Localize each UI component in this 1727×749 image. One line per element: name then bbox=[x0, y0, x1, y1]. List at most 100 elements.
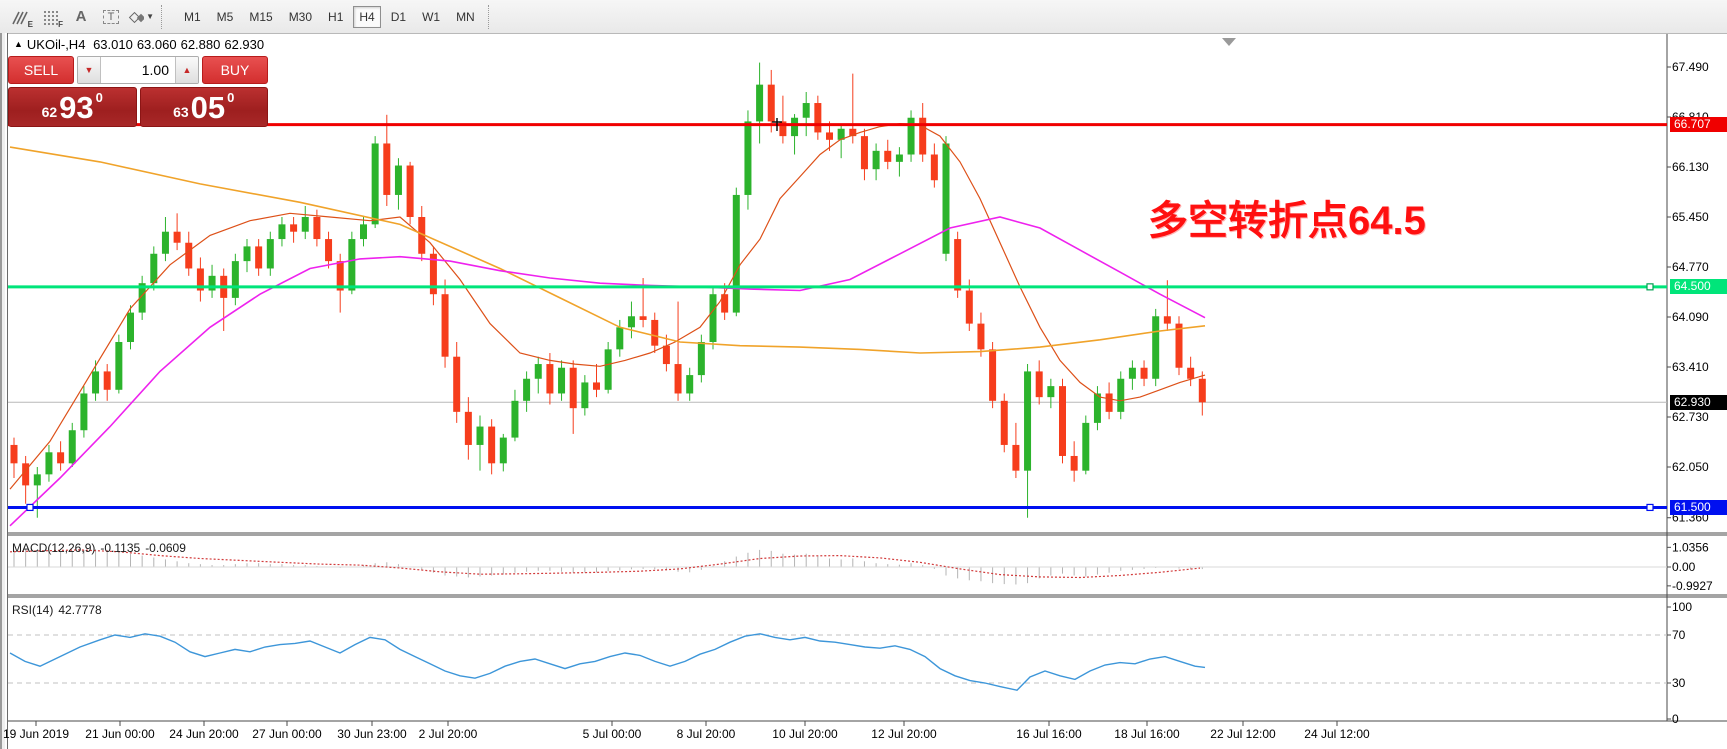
candle-body bbox=[651, 320, 658, 346]
candle-body bbox=[605, 349, 612, 389]
candle-body bbox=[663, 346, 670, 364]
buy-button[interactable]: BUY bbox=[202, 56, 268, 84]
current-price-badge: 62.930 bbox=[1670, 395, 1727, 410]
candle-body bbox=[313, 217, 320, 239]
candle-body bbox=[768, 85, 775, 122]
ohlc-low: 62.880 bbox=[181, 37, 221, 52]
one-click-trade-panel: SELL ▼ ▲ BUY 62930 63050 bbox=[8, 56, 268, 127]
candle-body bbox=[442, 294, 449, 356]
time-tick-label[interactable]: 21 Jun 00:00 bbox=[85, 727, 155, 741]
volume-decrease-button[interactable]: ▼ bbox=[78, 57, 101, 83]
ohlc-high: 63.060 bbox=[137, 37, 177, 52]
candle-body bbox=[675, 364, 682, 393]
macd-tick-label: 0.00 bbox=[1672, 560, 1696, 574]
time-tick-label[interactable]: 16 Jul 16:00 bbox=[1016, 727, 1082, 741]
chart-annotation-text[interactable]: 多空转折点64.5 bbox=[1148, 188, 1426, 246]
candle-body bbox=[1176, 324, 1183, 368]
candle-body bbox=[1164, 316, 1171, 323]
candle-body bbox=[1106, 393, 1113, 411]
time-tick-label[interactable]: 27 Jun 00:00 bbox=[252, 727, 322, 741]
candle-body bbox=[628, 316, 635, 327]
candle-body bbox=[616, 327, 623, 349]
price-tick-label: 67.490 bbox=[1672, 60, 1709, 74]
symbol-title: ▲UKOil-,H4 63.01063.06062.88062.930 bbox=[14, 37, 268, 52]
candle-body bbox=[989, 349, 996, 400]
candle-body bbox=[465, 412, 472, 445]
candle-body bbox=[733, 195, 740, 313]
candle-body bbox=[581, 382, 588, 408]
candle-body bbox=[861, 136, 868, 169]
candle-body bbox=[325, 239, 332, 261]
candle-body bbox=[1141, 368, 1148, 379]
candle-body bbox=[954, 239, 961, 290]
candle-body bbox=[383, 143, 390, 194]
time-tick-label[interactable]: 5 Jul 00:00 bbox=[583, 727, 642, 741]
chart-shift-marker-icon[interactable] bbox=[1222, 38, 1236, 46]
sell-price-display[interactable]: 62930 bbox=[8, 87, 137, 127]
candle-body bbox=[1152, 316, 1159, 378]
time-tick-label[interactable]: 10 Jul 20:00 bbox=[772, 727, 838, 741]
time-tick-label[interactable]: 24 Jun 20:00 bbox=[169, 727, 239, 741]
candle-body bbox=[267, 239, 274, 268]
candle-body bbox=[1187, 368, 1194, 379]
line-handle[interactable] bbox=[1647, 504, 1653, 510]
candle-body bbox=[640, 316, 647, 320]
ohlc-close: 62.930 bbox=[224, 37, 264, 52]
time-tick-label[interactable]: 8 Jul 20:00 bbox=[677, 727, 736, 741]
candle-body bbox=[511, 401, 518, 438]
candle-body bbox=[756, 85, 763, 122]
candle-body bbox=[348, 239, 355, 290]
symbol-arrow-icon: ▲ bbox=[14, 39, 23, 49]
candle-body bbox=[943, 143, 950, 253]
volume-input[interactable] bbox=[101, 57, 175, 83]
candle-body bbox=[931, 155, 938, 181]
time-tick-label[interactable]: 19 Jun 2019 bbox=[3, 727, 69, 741]
time-tick-label[interactable]: 24 Jul 12:00 bbox=[1304, 727, 1370, 741]
rsi-tick-label: 30 bbox=[1672, 676, 1686, 690]
candle-body bbox=[570, 368, 577, 408]
rsi-tick-label: 0 bbox=[1672, 712, 1679, 726]
candle-body bbox=[1047, 386, 1054, 397]
candle-body bbox=[1082, 423, 1089, 471]
candle-body bbox=[1001, 401, 1008, 445]
candle-body bbox=[1129, 368, 1136, 379]
hline-price-badge: 64.500 bbox=[1670, 279, 1727, 294]
candle-body bbox=[45, 452, 52, 474]
candle-body bbox=[593, 382, 600, 389]
line-handle[interactable] bbox=[1647, 284, 1653, 290]
candle-body bbox=[127, 313, 134, 342]
sell-price-sup: 0 bbox=[96, 90, 103, 105]
candle-body bbox=[896, 155, 903, 162]
line-handle[interactable] bbox=[27, 504, 33, 510]
candle-body bbox=[57, 452, 64, 463]
candle-body bbox=[814, 103, 821, 132]
time-tick-label[interactable]: 12 Jul 20:00 bbox=[871, 727, 937, 741]
price-tick-label: 62.730 bbox=[1672, 410, 1709, 424]
candle-body bbox=[232, 261, 239, 298]
candle-body bbox=[69, 430, 76, 463]
time-tick-label[interactable]: 30 Jun 23:00 bbox=[337, 727, 407, 741]
candle-body bbox=[710, 294, 717, 342]
candle-body bbox=[34, 474, 41, 485]
candle-body bbox=[500, 438, 507, 464]
time-tick-label[interactable]: 2 Jul 20:00 bbox=[419, 727, 478, 741]
candle-body bbox=[302, 217, 309, 232]
candle-body bbox=[360, 224, 367, 239]
price-tick-label: 66.130 bbox=[1672, 160, 1709, 174]
buy-price-display[interactable]: 63050 bbox=[140, 87, 269, 127]
volume-increase-button[interactable]: ▲ bbox=[175, 57, 198, 83]
candle-body bbox=[453, 357, 460, 412]
candle-body bbox=[92, 371, 99, 393]
time-tick-label[interactable]: 22 Jul 12:00 bbox=[1210, 727, 1276, 741]
macd-tick-label: -0.9927 bbox=[1672, 579, 1713, 593]
candle-body bbox=[488, 427, 495, 464]
candle-body bbox=[11, 445, 18, 463]
sell-button[interactable]: SELL bbox=[8, 56, 74, 84]
price-tick-label: 65.450 bbox=[1672, 210, 1709, 224]
candle-body bbox=[162, 232, 169, 254]
candle-body bbox=[523, 379, 530, 401]
candle-body bbox=[372, 143, 379, 224]
time-tick-label[interactable]: 18 Jul 16:00 bbox=[1114, 727, 1180, 741]
macd-tick-label: 1.0356 bbox=[1672, 540, 1709, 554]
candle-body bbox=[884, 151, 891, 162]
